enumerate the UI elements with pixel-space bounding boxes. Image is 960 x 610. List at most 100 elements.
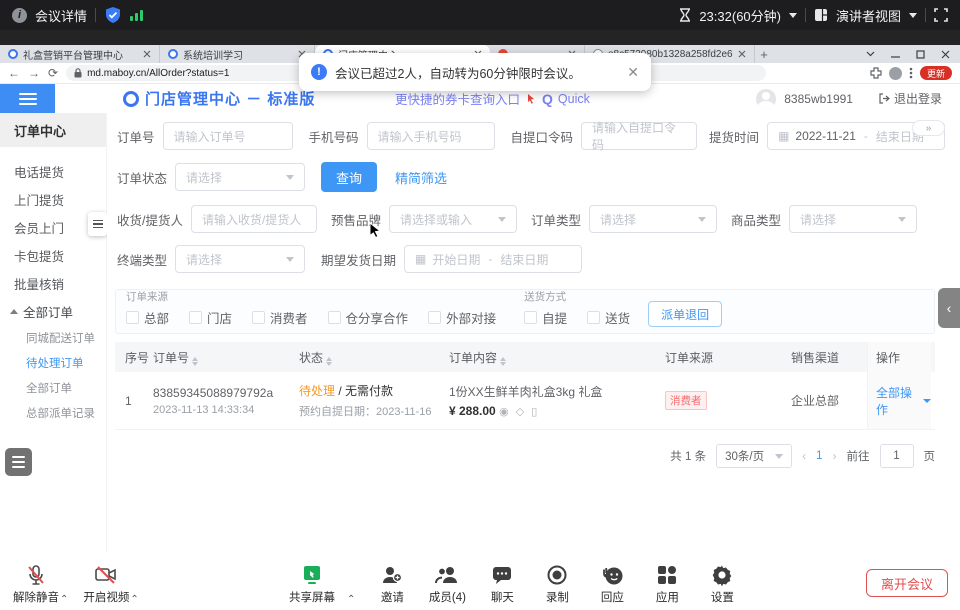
sidebar-sub-city-delivery[interactable]: 同城配送订单	[0, 325, 106, 350]
profile-avatar-icon[interactable]	[889, 67, 902, 80]
chevron-down-icon	[286, 175, 294, 180]
browser-tab[interactable]: 礼盒营销平台管理中心	[0, 45, 160, 63]
row-action[interactable]: 全部操作	[867, 372, 931, 429]
checkbox-consumer[interactable]: 消费者	[252, 308, 308, 327]
sidebar-item-batch-verify[interactable]: 批量核销	[0, 269, 106, 297]
floating-list-widget[interactable]	[5, 448, 32, 476]
pickup-code-input[interactable]: 请输入自提口令码	[581, 122, 697, 150]
ship-date-label: 期望发货日期	[321, 250, 396, 269]
order-no-input[interactable]: 请输入订单号	[163, 122, 293, 150]
apps-grid-icon	[656, 564, 678, 586]
meeting-details-label[interactable]: 会议详情	[35, 6, 87, 25]
ship-date-range[interactable]: ▦ 开始日期 - 结束日期	[404, 245, 582, 273]
sidebar-item-door-pickup[interactable]: 上门提货	[0, 185, 106, 213]
browser-menu-icon[interactable]	[909, 67, 913, 79]
tab-close-icon[interactable]	[738, 50, 746, 58]
back-icon[interactable]: ←	[8, 67, 20, 79]
meeting-info-icon[interactable]: i	[12, 8, 27, 23]
chat-button[interactable]: 聊天	[480, 564, 524, 605]
quick-q-icon[interactable]: Q	[542, 91, 553, 107]
checkbox-hq[interactable]: 总部	[126, 308, 169, 327]
window-minimize-icon[interactable]	[891, 50, 900, 59]
view-dropdown-caret[interactable]	[909, 13, 917, 18]
simple-filter-link[interactable]: 精简筛选	[395, 168, 447, 187]
delivery-method-group-label: 送货方式	[524, 289, 630, 304]
settings-button[interactable]: 设置	[700, 564, 744, 605]
record-button[interactable]: 录制	[535, 564, 579, 605]
prev-page-button[interactable]: ‹	[802, 449, 806, 463]
sort-icon[interactable]	[500, 357, 506, 366]
view-mode-label[interactable]: 演讲者视图	[836, 6, 901, 25]
logout-button[interactable]: 退出登录	[879, 90, 942, 107]
browser-tab[interactable]: 系统培训学习	[160, 45, 315, 63]
user-avatar[interactable]	[756, 89, 776, 109]
timer-dropdown-caret[interactable]	[789, 13, 797, 18]
right-edge-collapse-handle[interactable]: ‹	[938, 288, 960, 328]
quick-label[interactable]: Quick	[558, 92, 590, 106]
checkbox-self-pickup[interactable]: 自提	[524, 308, 567, 327]
sort-icon[interactable]	[326, 357, 332, 366]
extensions-icon[interactable]	[870, 67, 882, 79]
sidebar-sub-all-orders[interactable]: 全部订单	[0, 375, 106, 400]
goto-label: 前往	[847, 448, 870, 464]
collapse-filters-button[interactable]: »	[912, 120, 945, 136]
sidebar-sub-hq-dispatch[interactable]: 总部派单记录	[0, 400, 106, 425]
leave-meeting-button[interactable]: 离开会议	[866, 569, 948, 597]
security-shield-icon[interactable]	[104, 6, 122, 24]
share-options-caret[interactable]: ⌃	[347, 594, 355, 605]
phone-input[interactable]: 请输入手机号码	[367, 122, 495, 150]
next-page-button[interactable]: ›	[833, 449, 837, 463]
sidebar-group-all-orders[interactable]: 全部订单	[0, 297, 106, 325]
forward-icon[interactable]: →	[28, 67, 40, 79]
meeting-toast: ! 会议已超过2人，自动转为60分钟限时会议。 ✕	[299, 53, 651, 91]
tab-close-icon[interactable]	[143, 50, 151, 58]
col-order-no[interactable]: 订单号	[153, 349, 299, 366]
row-source: 消费者	[635, 391, 791, 410]
window-menu-icon[interactable]	[866, 51, 875, 57]
sort-icon[interactable]	[192, 357, 198, 366]
checkbox-warehouse-share[interactable]: 仓分享合作	[328, 308, 409, 327]
new-tab-button[interactable]: +	[755, 45, 773, 63]
sidebar-item-card-pickup[interactable]: 卡包提货	[0, 241, 106, 269]
reactions-button[interactable]: 回应	[590, 564, 634, 605]
window-close-icon[interactable]	[941, 50, 950, 59]
dispatch-return-button[interactable]: 派单退回	[648, 301, 722, 327]
members-button[interactable]: 成员(4)	[425, 564, 469, 605]
start-video-button[interactable]: 开启视频	[78, 564, 134, 605]
goods-type-select[interactable]: 请选择	[789, 205, 917, 233]
all-actions-dropdown[interactable]: 全部操作	[876, 384, 931, 418]
video-options-caret[interactable]: ⌃	[130, 594, 138, 605]
invite-button[interactable]: 邀请	[370, 564, 414, 605]
sidebar-item-phone-pickup[interactable]: 电话提货	[0, 157, 106, 185]
order-type-label: 订单类型	[531, 210, 581, 229]
receiver-input[interactable]: 请输入收货/提货人	[191, 205, 317, 233]
checkbox-delivery[interactable]: 送货	[587, 308, 630, 327]
unmute-button[interactable]: 解除静音	[8, 564, 64, 605]
apps-button[interactable]: 应用	[645, 564, 689, 605]
checkbox-store[interactable]: 门店	[189, 308, 232, 327]
toast-close-icon[interactable]: ✕	[627, 64, 639, 81]
order-type-select[interactable]: 请选择	[589, 205, 717, 233]
row-order-no[interactable]: 83859345088979792a 2023-11-13 14:33:34	[153, 386, 299, 416]
order-status-select[interactable]: 请选择	[175, 163, 305, 191]
brand-select[interactable]: 请选择或输入	[389, 205, 517, 233]
browser-update-button[interactable]: 更新	[920, 66, 952, 80]
quick-entry-link[interactable]: 更快捷的券卡查询入口	[395, 89, 520, 108]
checkbox-external[interactable]: 外部对接	[428, 308, 496, 327]
window-maximize-icon[interactable]	[916, 50, 925, 59]
mic-options-caret[interactable]: ⌃	[60, 594, 68, 605]
page-size-select[interactable]: 30条/页	[716, 444, 792, 468]
current-page[interactable]: 1	[816, 450, 822, 462]
main-content: » 订单号 请输入订单号 手机号码 请输入手机号码 自提口令码 请输入自提口令码…	[107, 113, 960, 553]
goto-page-input[interactable]: 1	[880, 444, 914, 468]
col-content[interactable]: 订单内容	[449, 349, 635, 366]
search-button[interactable]: 查询	[321, 162, 377, 192]
col-status[interactable]: 状态	[299, 349, 449, 366]
reload-icon[interactable]: ⟳	[48, 67, 58, 79]
share-screen-button[interactable]: 共享屏幕	[284, 564, 340, 605]
fullscreen-icon[interactable]	[934, 8, 948, 22]
menu-toggle-button[interactable]	[0, 84, 55, 113]
sidebar-sub-pending-orders[interactable]: 待处理订单	[0, 350, 106, 375]
terminal-type-select[interactable]: 请选择	[175, 245, 305, 273]
sidebar-drag-handle[interactable]	[88, 212, 107, 236]
